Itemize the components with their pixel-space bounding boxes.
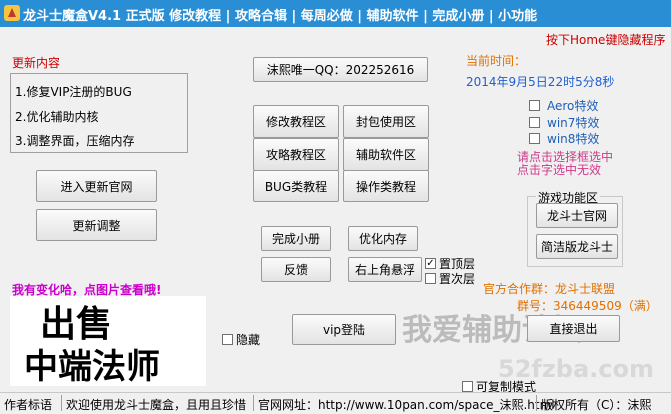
checkbox-box[interactable] [425,273,436,284]
status-site: 官网网址：http://www.10pan.com/space_沫熙.html [258,398,555,412]
checkbox-box[interactable] [462,381,473,392]
bug-tutorial-button[interactable]: BUG类教程 [253,170,339,202]
app-window: 龙斗士魔盒V4.1 正式版 修改教程 | 攻略合辑 | 每周必做 | 辅助软件 … [0,0,671,414]
helper-software-button[interactable]: 辅助软件区 [343,138,429,171]
layer-bottom-checkbox[interactable]: 置次层 [425,270,475,287]
operation-tutorial-button[interactable]: 操作类教程 [343,170,429,202]
effect-label: Aero特效 [547,99,599,113]
enter-update-site-button[interactable]: 进入更新官网 [36,170,157,202]
update-item: 3.调整界面，压缩内存 [15,134,135,148]
exit-button[interactable]: 直接退出 [527,315,620,342]
official-site-button[interactable]: 龙斗士官网 [536,203,618,228]
optimize-memory-button[interactable]: 优化内存 [348,226,418,251]
modify-tutorial-button[interactable]: 修改教程区 [253,105,339,138]
hide-checkbox[interactable]: 隐藏 [222,331,260,348]
window-title: 龙斗士魔盒V4.1 正式版 修改教程 | 攻略合辑 | 每周必做 | 辅助软件 … [23,9,538,24]
title-bar[interactable]: 龙斗士魔盒V4.1 正式版 修改教程 | 攻略合辑 | 每周必做 | 辅助软件 … [0,0,671,27]
update-adjust-button[interactable]: 更新调整 [36,209,157,241]
checkbox-box[interactable] [529,133,540,144]
feedback-button[interactable]: 反馈 [261,257,331,282]
sale-ad-image[interactable]: 出售 中端法师 [10,296,206,386]
aero-effect-checkbox[interactable]: Aero特效 [529,97,598,114]
qq-button[interactable]: 沫熙唯一QQ：202252616 [253,57,428,82]
time-value: 2014年9月5日22时5分8秒 [466,75,615,89]
packet-usage-button[interactable]: 封包使用区 [343,105,429,138]
update-heading: 更新内容 [12,56,61,70]
time-label: 当前时间： [466,54,527,68]
complete-book-button[interactable]: 完成小册 [261,226,331,251]
effect-label: win8特效 [547,132,600,146]
effect-label: win7特效 [547,116,600,130]
win8-effect-checkbox[interactable]: win8特效 [529,130,599,147]
ad-line-1: 出售 [40,304,112,345]
float-top-right-button[interactable]: 右上角悬浮 [348,257,422,282]
status-separator [61,395,62,411]
checkbox-box[interactable]: ✓ [425,258,436,269]
effects-hint-2: 点击字选中无效 [517,163,602,177]
status-author: 作者标语 [4,398,53,412]
checkbox-box[interactable] [222,334,233,345]
status-copyright: 版权所有（C）：沫熙 [541,398,652,412]
checkbox-box[interactable] [529,117,540,128]
layer-bottom-label: 置次层 [439,272,476,286]
strategy-button[interactable]: 攻略教程区 [253,138,339,171]
status-separator [536,395,537,411]
ad-line-2: 中端法师 [24,347,160,386]
update-notes: 1.修复VIP注册的BUG 2.优化辅助内核 3.调整界面，压缩内存 [10,73,188,153]
checkbox-box[interactable] [529,100,540,111]
update-item: 2.优化辅助内核 [15,110,99,124]
vip-login-button[interactable]: vip登陆 [292,314,396,345]
alliance-line-1: 官方合作群：龙斗士联盟 [483,282,616,296]
hide-hint: 按下Home键隐藏程序 [546,33,666,47]
simple-version-button[interactable]: 简洁版龙斗士 [536,234,618,259]
hide-label: 隐藏 [236,333,261,347]
app-icon [4,5,20,21]
status-bar: 作者标语 欢迎使用龙斗士魔盒，且用且珍惜 官网网址：http://www.10p… [0,392,671,414]
status-welcome: 欢迎使用龙斗士魔盒，且用且珍惜 [66,398,247,412]
status-separator [253,395,254,411]
update-item: 1.修复VIP注册的BUG [15,85,132,99]
win7-effect-checkbox[interactable]: win7特效 [529,114,599,131]
